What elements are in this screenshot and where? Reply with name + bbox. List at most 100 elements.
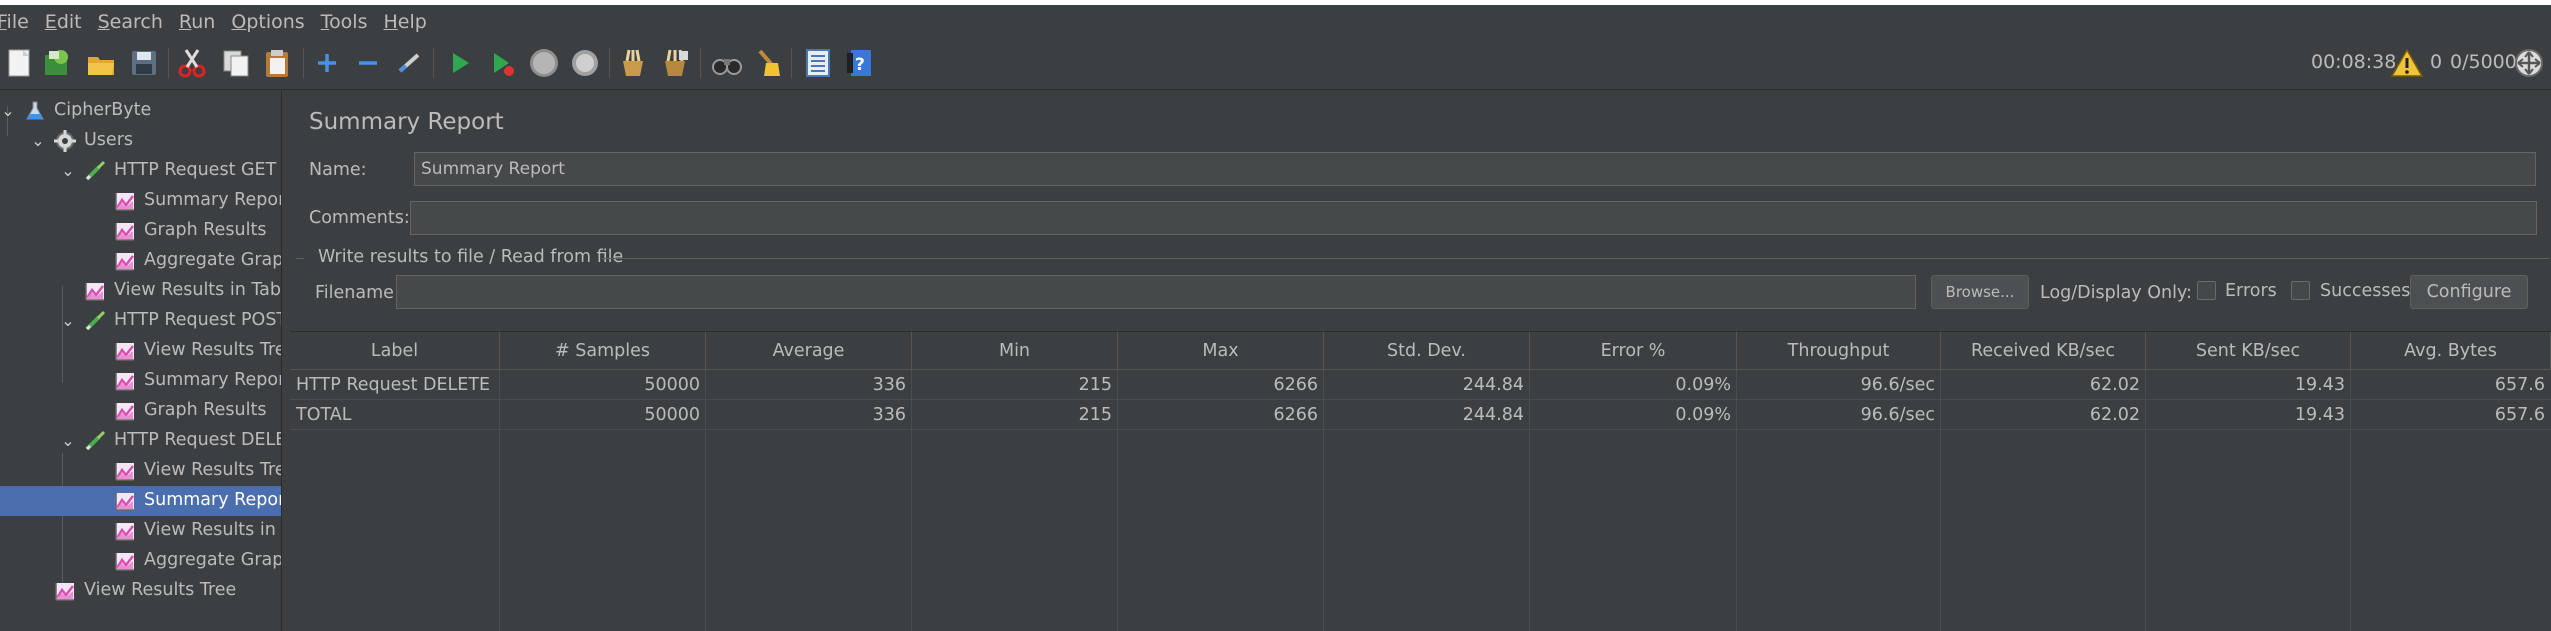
- clear-all-icon[interactable]: [659, 47, 691, 79]
- column-divider: [499, 370, 500, 631]
- start-no-pauses-icon[interactable]: [486, 47, 518, 79]
- table-row[interactable]: TOTAL 50000 336 215 6266 244.84 0.09% 96.6/sec 6…: [290, 400, 2551, 430]
- collapse-all-icon[interactable]: [352, 47, 384, 79]
- cut-icon[interactable]: [176, 47, 208, 79]
- column-header[interactable]: Average: [706, 332, 912, 370]
- tree-item[interactable]: Graph Results: [0, 216, 281, 246]
- search-binoculars-icon[interactable]: [711, 47, 743, 79]
- tree-item[interactable]: View Results Tree: [0, 336, 281, 366]
- tree-item[interactable]: View Results in Table: [0, 276, 281, 306]
- function-helper-icon[interactable]: [802, 47, 834, 79]
- name-field[interactable]: Summary Report: [414, 152, 2536, 186]
- start-icon[interactable]: [444, 47, 476, 79]
- tree-item-label: Summary Report: [144, 490, 282, 510]
- column-header[interactable]: Avg. Bytes: [2351, 332, 2551, 370]
- listener-chart-icon: [114, 370, 136, 392]
- column-divider: [2350, 370, 2351, 631]
- column-header[interactable]: Max: [1118, 332, 1324, 370]
- tree-item[interactable]: ⌄ CipherByte: [0, 96, 281, 126]
- menu-tools[interactable]: Tools: [321, 11, 368, 33]
- column-header[interactable]: Received KB/sec: [1941, 332, 2146, 370]
- menu-search[interactable]: Search: [98, 11, 163, 33]
- paste-icon[interactable]: [262, 47, 294, 79]
- table-cell: 96.6/sec: [1860, 405, 1935, 425]
- listener-chart-icon: [114, 340, 136, 362]
- expand-all-icon[interactable]: [311, 47, 343, 79]
- table-cell: 244.84: [1462, 405, 1524, 425]
- column-header[interactable]: Error %: [1530, 332, 1737, 370]
- sampler-pipette-icon: [84, 310, 106, 332]
- menu-help[interactable]: Help: [384, 11, 427, 33]
- tree-item[interactable]: ⌄ HTTP Request POST: [0, 306, 281, 336]
- new-icon[interactable]: [4, 47, 36, 79]
- column-header[interactable]: Throughput: [1737, 332, 1941, 370]
- table-cell: 50000: [644, 405, 700, 425]
- menu-label: ools: [329, 10, 368, 33]
- tree-item[interactable]: Summary Report: [0, 366, 281, 396]
- chevron-down-icon[interactable]: ⌄: [60, 163, 76, 179]
- tree-item-label: Aggregate Graph: [144, 550, 282, 570]
- browse-button[interactable]: Browse...: [1931, 275, 2029, 309]
- tree-item[interactable]: Summary Report: [0, 486, 282, 516]
- column-header[interactable]: Label: [290, 332, 500, 370]
- tree-item[interactable]: View Results Tree: [0, 456, 281, 486]
- tree-item[interactable]: ⌄ HTTP Request DELETE: [0, 426, 281, 456]
- configure-button[interactable]: Configure: [2410, 275, 2528, 309]
- tree-item[interactable]: View Results in Table: [0, 516, 281, 546]
- chevron-down-icon[interactable]: ⌄: [60, 433, 76, 449]
- save-icon[interactable]: [128, 47, 160, 79]
- tree-item[interactable]: View Results Tree: [0, 576, 281, 606]
- file-group-title: Write results to file / Read from file: [318, 247, 624, 267]
- tree-item[interactable]: Summary Report: [0, 186, 281, 216]
- column-divider: [911, 370, 912, 631]
- remote-status-globe-icon[interactable]: [2513, 47, 2545, 79]
- table-cell: 19.43: [2294, 405, 2345, 425]
- table-cell: 244.84: [1462, 375, 1524, 395]
- menu-label: ile: [6, 10, 29, 33]
- filename-field[interactable]: [396, 275, 1916, 309]
- comments-field[interactable]: [410, 201, 2537, 235]
- column-header[interactable]: # Samples: [500, 332, 706, 370]
- shutdown-icon[interactable]: [569, 47, 601, 79]
- column-header[interactable]: Sent KB/sec: [2146, 332, 2351, 370]
- tree-item-label: View Results in Table: [144, 520, 281, 540]
- column-header[interactable]: Min: [912, 332, 1118, 370]
- menu-edit[interactable]: Edit: [45, 11, 82, 33]
- open-icon[interactable]: [85, 47, 117, 79]
- column-divider: [2145, 370, 2146, 631]
- tree-item[interactable]: Aggregate Graph: [0, 246, 281, 276]
- errors-checkbox[interactable]: [2197, 281, 2216, 300]
- column-header[interactable]: Std. Dev.: [1324, 332, 1530, 370]
- tree-item[interactable]: ⌄ Users: [0, 126, 281, 156]
- thread-count: 0/5000: [2450, 51, 2517, 73]
- listener-chart-icon: [54, 580, 76, 602]
- successes-label: Successes: [2320, 281, 2411, 301]
- menu-run[interactable]: Run: [179, 11, 215, 33]
- chevron-down-icon[interactable]: ⌄: [60, 313, 76, 329]
- column-divider: [705, 370, 706, 631]
- chevron-down-icon[interactable]: ⌄: [0, 103, 16, 119]
- table-row[interactable]: HTTP Request DELETE 50000 336 215 6266 244.84…: [290, 370, 2551, 400]
- summary-report-panel: Summary Report Name: Summary Report Comm…: [290, 91, 2551, 631]
- templates-icon[interactable]: [41, 47, 73, 79]
- menu-options[interactable]: Options: [231, 11, 304, 33]
- stop-icon[interactable]: [528, 47, 560, 79]
- table-cell: 6266: [1273, 375, 1318, 395]
- tree-item[interactable]: Aggregate Graph: [0, 546, 282, 576]
- copy-icon[interactable]: [220, 47, 252, 79]
- menu-label: earch: [109, 10, 163, 33]
- listener-chart-icon: [114, 490, 136, 512]
- toggle-icon[interactable]: [393, 47, 425, 79]
- column-divider: [1736, 370, 1737, 631]
- warning-icon[interactable]: [2390, 47, 2424, 79]
- table-cell: 0.09%: [1675, 375, 1731, 395]
- reset-search-broom-icon[interactable]: [752, 47, 784, 79]
- menu-file[interactable]: File: [0, 11, 29, 33]
- warning-count: 0: [2430, 51, 2443, 73]
- tree-item[interactable]: Graph Results: [0, 396, 281, 426]
- chevron-down-icon[interactable]: ⌄: [30, 133, 46, 149]
- tree-item[interactable]: ⌄ HTTP Request GET: [0, 156, 281, 186]
- successes-checkbox[interactable]: [2291, 281, 2310, 300]
- clear-icon[interactable]: [617, 47, 649, 79]
- help-icon[interactable]: ?: [843, 47, 875, 79]
